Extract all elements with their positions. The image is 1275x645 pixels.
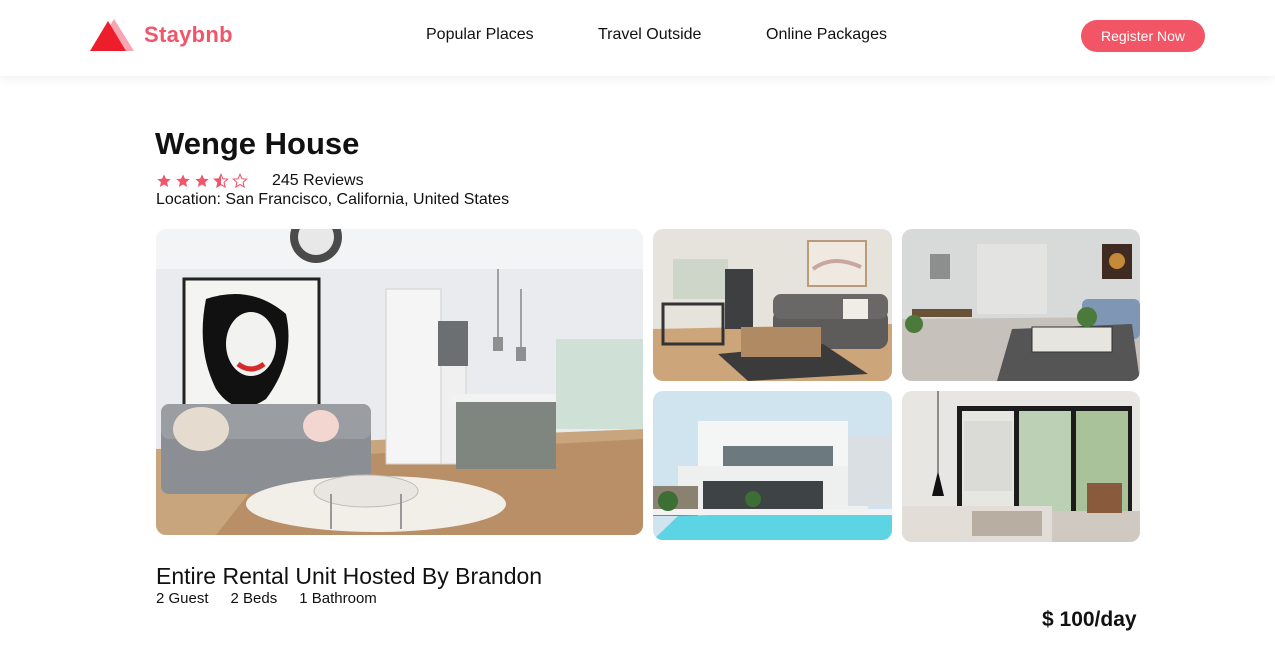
photo-living-room-lounge[interactable] [902, 229, 1140, 381]
nav-online-packages[interactable]: Online Packages [766, 26, 887, 44]
host-heading: Entire Rental Unit Hosted By Brandon [156, 563, 543, 589]
listing-specs: 2 Guest 2 Beds 1 Bathroom [156, 590, 399, 607]
empty-star-icon [232, 173, 248, 189]
living-room-kitchen-image [156, 229, 643, 535]
star-icon [157, 174, 171, 187]
nav-travel-outside[interactable]: Travel Outside [598, 26, 701, 44]
half-star-icon [213, 173, 229, 189]
register-now-button[interactable]: Register Now [1081, 20, 1205, 52]
bed-count: 2 Beds [230, 590, 278, 607]
listing-title: Wenge House [155, 126, 360, 161]
listing-location: Location: San Francisco, California, Uni… [156, 191, 510, 208]
star-rating [156, 173, 248, 189]
bedroom-window-image [902, 391, 1140, 542]
price-per-day: $ 100/day [1042, 608, 1137, 631]
reviews-count[interactable]: 245 Reviews [272, 172, 364, 190]
photo-villa-pool-exterior[interactable] [653, 391, 892, 540]
rating-row: 245 Reviews [156, 172, 364, 190]
bathroom-count: 1 Bathroom [299, 590, 377, 607]
guest-count: 2 Guest [156, 590, 209, 607]
star-icon [176, 174, 190, 187]
living-room-lounge-image [902, 229, 1140, 381]
photo-bedroom-window[interactable] [902, 391, 1140, 542]
photo-living-room-kitchen[interactable] [156, 229, 643, 535]
star-icon [195, 174, 209, 187]
photo-living-room-dining[interactable] [653, 229, 892, 381]
villa-pool-exterior-image [653, 391, 892, 540]
living-room-dining-image [653, 229, 892, 381]
top-navbar: Staybnb Popular Places Travel Outside On… [0, 0, 1275, 76]
nav-popular-places[interactable]: Popular Places [426, 26, 534, 44]
